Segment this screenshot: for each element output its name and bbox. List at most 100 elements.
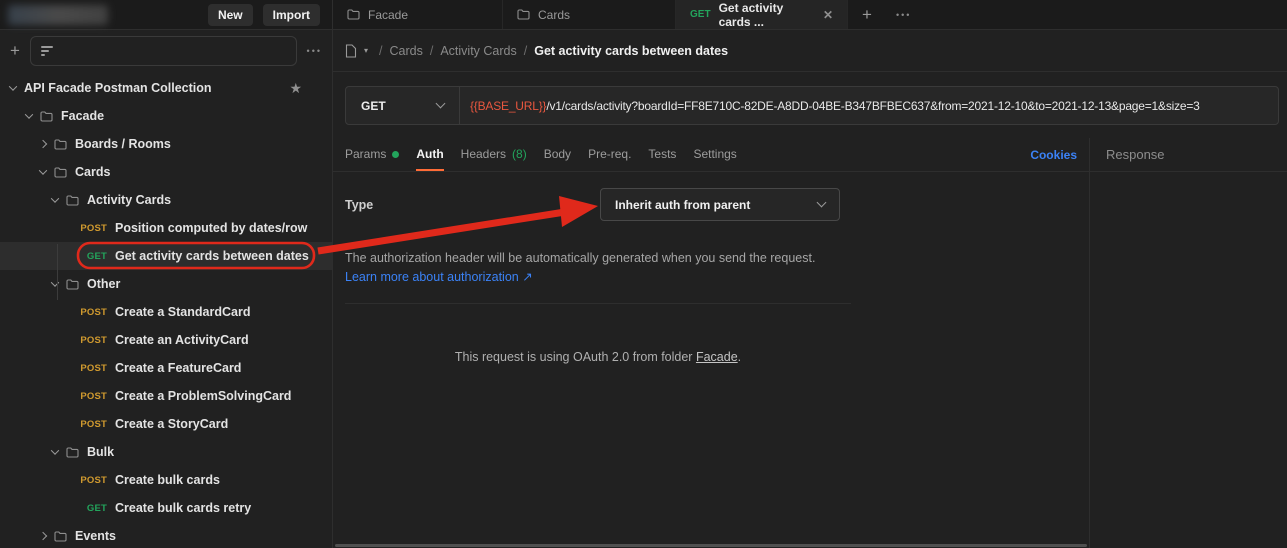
tree-collection-root[interactable]: API Facade Postman Collection ★: [0, 74, 332, 102]
postman-window: New Import Facade Cards GET Get activity…: [0, 0, 1287, 548]
tree-request-create-bulk-cards[interactable]: POST Create bulk cards: [0, 466, 332, 494]
method-badge: POST: [80, 474, 107, 486]
add-collection-button[interactable]: +: [10, 41, 20, 61]
tab-label: Params: [345, 147, 387, 161]
sidebar-toolbar: + •••: [0, 30, 332, 72]
tree-item-label: Get activity cards between dates: [115, 249, 309, 263]
main-area: ▾ / Cards / Activity Cards / Get activit…: [333, 30, 1287, 548]
tree-request-create-storycard[interactable]: POST Create a StoryCard: [0, 410, 332, 438]
tab-label: Pre-req.: [588, 147, 632, 161]
import-button[interactable]: Import: [262, 3, 320, 26]
more-options-icon[interactable]: •••: [886, 0, 921, 29]
response-title: Response: [1106, 147, 1165, 162]
url-row: GET {{BASE_URL}}/v1/cards/activity?board…: [333, 72, 1287, 138]
method-badge: GET: [690, 9, 711, 20]
tree-request-create-activitycard[interactable]: POST Create an ActivityCard: [0, 326, 332, 354]
filter-icon: [40, 46, 53, 56]
method-badge: POST: [80, 306, 107, 318]
params-indicator-dot: [392, 150, 400, 158]
tab-strip: Facade Cards GET Get activity cards ... …: [333, 0, 1287, 29]
chevron-down-icon: [816, 197, 827, 208]
oauth-inheritance-message: This request is using OAuth 2.0 from fol…: [345, 350, 851, 364]
url-bar: GET {{BASE_URL}}/v1/cards/activity?board…: [345, 86, 1279, 125]
tree-folder-events[interactable]: Events: [0, 522, 332, 548]
tab-label: Facade: [368, 7, 409, 22]
chevron-down-icon: [435, 98, 446, 109]
tree-folder-activity-cards[interactable]: Activity Cards: [0, 186, 332, 214]
tree-item-label: Create a ProblemSolvingCard: [115, 389, 292, 403]
tree-request-get-activity-cards[interactable]: GET Get activity cards between dates: [0, 242, 332, 270]
tree-folder-facade[interactable]: Facade: [0, 102, 332, 130]
tree-folder-cards[interactable]: Cards: [0, 158, 332, 186]
tree-request-create-bulk-cards-retry[interactable]: GET Create bulk cards retry: [0, 494, 332, 522]
section-divider: [345, 302, 851, 304]
request-tabs: Params Auth Headers (8) Body Pre-req. Te…: [333, 138, 1089, 172]
tree-request-create-problemsolvingcard[interactable]: POST Create a ProblemSolvingCard: [0, 382, 332, 410]
tab-tests[interactable]: Tests: [648, 138, 676, 171]
chevron-down-icon[interactable]: ▾: [364, 46, 368, 55]
breadcrumb-current: Get activity cards between dates: [534, 43, 729, 58]
tree-indent-guide: [57, 244, 58, 300]
tree-item-label: Create bulk cards retry: [115, 501, 252, 515]
tab-pre-request[interactable]: Pre-req.: [588, 138, 631, 171]
horizontal-scrollbar[interactable]: [335, 544, 1087, 547]
tab-facade[interactable]: Facade: [333, 0, 503, 29]
link-label: Learn more about authorization: [345, 269, 519, 284]
collection-tree: API Facade Postman Collection ★ Facade B…: [0, 72, 332, 548]
file-icon[interactable]: [345, 43, 357, 58]
learn-more-link[interactable]: Learn more about authorization ↗: [345, 270, 533, 284]
tab-label: Tests: [648, 147, 677, 161]
breadcrumb-cards[interactable]: Cards: [390, 44, 423, 58]
star-icon[interactable]: ★: [289, 80, 302, 97]
tree-item-label: Create an ActivityCard: [115, 333, 249, 347]
request-pane: Params Auth Headers (8) Body Pre-req. Te…: [333, 138, 1090, 548]
oauth-folder-link[interactable]: Facade: [696, 350, 738, 364]
tab-headers[interactable]: Headers (8): [461, 138, 527, 171]
tree-folder-bulk[interactable]: Bulk: [0, 438, 332, 466]
folder-icon: [54, 530, 67, 542]
tree-request-create-featurecard[interactable]: POST Create a FeatureCard: [0, 354, 332, 382]
tab-label: Body: [543, 147, 572, 161]
workspace-logo-blurred: [8, 4, 108, 25]
tab-body[interactable]: Body: [544, 138, 571, 171]
url-variable: {{BASE_URL}}: [470, 98, 547, 113]
chevron-right-icon: [38, 531, 48, 541]
tab-auth[interactable]: Auth: [416, 138, 444, 171]
cookies-link[interactable]: Cookies: [1030, 138, 1077, 171]
method-select-value: GET: [361, 98, 386, 113]
add-tab-button[interactable]: +: [848, 0, 886, 29]
new-button[interactable]: New: [207, 3, 253, 26]
tab-label: Auth: [416, 147, 444, 161]
response-header: Response: [1090, 138, 1287, 172]
close-icon[interactable]: ✕: [823, 8, 833, 22]
tree-folder-boards-rooms[interactable]: Boards / Rooms: [0, 130, 332, 158]
response-pane: Response: [1090, 138, 1287, 548]
tree-item-label: Other: [87, 277, 121, 291]
tab-label: Get activity cards ...: [718, 0, 784, 29]
breadcrumb-activity-cards[interactable]: Activity Cards: [440, 44, 516, 58]
auth-type-label: Type: [345, 197, 374, 212]
tree-request-create-standardcard[interactable]: POST Create a StandardCard: [0, 298, 332, 326]
tab-params[interactable]: Params: [345, 138, 400, 171]
sidebar-more-options-icon[interactable]: •••: [307, 46, 322, 56]
tree-request-position-computed[interactable]: POST Position computed by dates/row: [0, 214, 332, 242]
sidebar: + ••• API Facade Postman Collection ★ Fa…: [0, 30, 333, 548]
tab-cards[interactable]: Cards: [503, 0, 676, 29]
chevron-down-icon: [50, 194, 60, 203]
url-input[interactable]: {{BASE_URL}}/v1/cards/activity?boardId=F…: [460, 99, 1210, 113]
tab-settings[interactable]: Settings: [693, 138, 736, 171]
tab-label: Cards: [538, 7, 571, 22]
tree-item-label: Activity Cards: [87, 193, 172, 207]
tab-request-active[interactable]: GET Get activity cards ... ✕: [676, 0, 848, 29]
top-bar-left: New Import: [0, 0, 333, 29]
chevron-right-icon: [38, 139, 48, 149]
tree-folder-other[interactable]: Other: [0, 270, 332, 298]
method-badge: POST: [80, 334, 107, 346]
folder-icon: [54, 138, 67, 150]
auth-type-select[interactable]: Inherit auth from parent: [600, 188, 840, 221]
chevron-down-icon: [24, 110, 34, 119]
filter-input[interactable]: [29, 36, 297, 66]
method-select[interactable]: GET: [346, 87, 460, 124]
headers-count: (8): [512, 147, 527, 161]
chevron-down-icon: [50, 446, 60, 455]
